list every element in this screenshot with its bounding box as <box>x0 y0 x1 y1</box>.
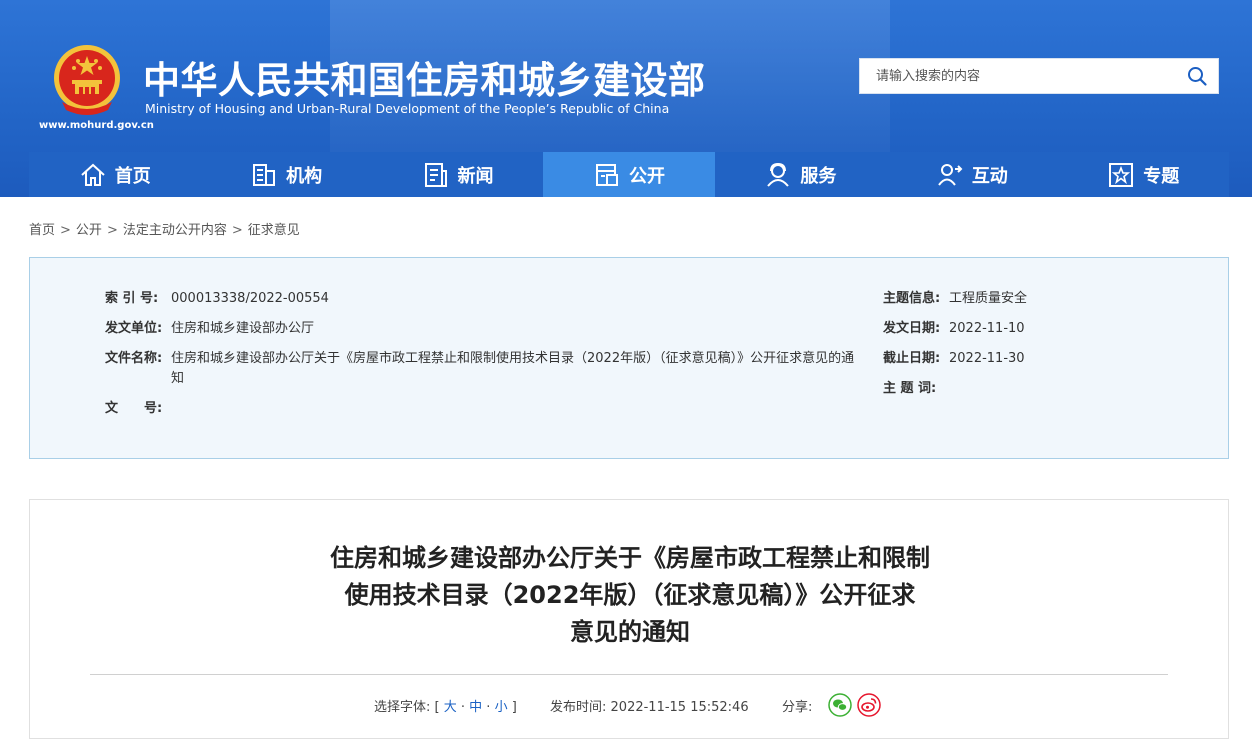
title-divider <box>90 674 1168 675</box>
font-medium-button[interactable]: 中 <box>469 700 482 715</box>
article-title-line: 住房和城乡建设部办公厅关于《房屋市政工程禁止和限制 <box>330 544 930 572</box>
article-title: 住房和城乡建设部办公厅关于《房屋市政工程禁止和限制 使用技术目录（2022年版）… <box>280 540 980 651</box>
info-date-value: 2022-11-10 <box>949 321 1025 336</box>
breadcrumb-statutory-content[interactable]: 法定主动公开内容 <box>123 223 227 238</box>
topic-star-icon <box>1109 162 1134 187</box>
nav-item-label: 机构 <box>286 165 323 187</box>
nav-item-news[interactable]: 新闻 <box>372 152 543 197</box>
info-label: 索 引 号: <box>105 291 159 306</box>
font-large-button[interactable]: 大 <box>444 700 457 715</box>
info-label: 发文单位: <box>105 321 163 336</box>
search-box <box>859 58 1219 94</box>
font-select-label: 选择字体: <box>374 700 431 715</box>
font-small-button[interactable]: 小 <box>495 700 508 715</box>
nav-item-label: 互动 <box>971 165 1008 187</box>
nav-item-organization[interactable]: 机构 <box>200 152 371 197</box>
share-label: 分享: <box>782 700 813 715</box>
breadcrumb-separator: > <box>106 223 118 238</box>
nav-item-topic[interactable]: 专题 <box>1058 152 1229 197</box>
info-label: 文件名称: <box>105 351 163 366</box>
open-doc-icon <box>595 163 618 186</box>
nav-item-label: 专题 <box>1143 165 1180 187</box>
breadcrumb-consultation[interactable]: 征求意见 <box>248 223 300 238</box>
publish-time-value: 2022-11-15 15:52:46 <box>610 700 749 715</box>
info-deadline-value: 2022-11-30 <box>949 351 1025 366</box>
building-icon <box>253 163 276 186</box>
info-unit-value: 住房和城乡建设部办公厅 <box>171 321 315 336</box>
nav-item-label: 首页 <box>114 165 151 187</box>
info-topic-value: 工程质量安全 <box>949 291 1028 306</box>
breadcrumb-open[interactable]: 公开 <box>76 223 102 238</box>
breadcrumb-separator: > <box>60 223 71 238</box>
breadcrumb-separator: > <box>231 223 243 238</box>
info-label: 截止日期: <box>883 351 941 366</box>
article-meta: 选择字体: [ 大 · 中 · 小 ] 发布时间: 2022-11-15 15:… <box>30 693 1230 717</box>
font-size-selector: 选择字体: [ 大 · 中 · 小 ] <box>374 700 517 715</box>
info-label: 发文日期: <box>883 321 941 336</box>
site-url: www.mohurd.gov.cn <box>39 120 154 131</box>
site-header: www.mohurd.gov.cn 中华人民共和国住房和城乡建设部 Minist… <box>0 0 1252 197</box>
wechat-share-icon[interactable] <box>828 693 852 717</box>
search-input[interactable] <box>860 59 1170 93</box>
weibo-share-icon[interactable] <box>857 693 881 717</box>
national-emblem-icon <box>54 45 120 115</box>
service-icon <box>767 162 790 187</box>
nav-item-service[interactable]: 服务 <box>715 152 886 197</box>
info-label: 文 号: <box>105 401 163 416</box>
breadcrumb-home[interactable]: 首页 <box>29 223 55 238</box>
site-title-chinese: 中华人民共和国住房和城乡建设部 <box>143 59 706 102</box>
publish-time: 发布时间: 2022-11-15 15:52:46 <box>550 696 749 715</box>
nav-item-label: 公开 <box>628 165 665 187</box>
info-label: 主 题 词: <box>883 381 937 396</box>
publish-label: 发布时间: <box>550 700 607 715</box>
news-icon <box>424 162 447 187</box>
article-panel: 住房和城乡建设部办公厅关于《房屋市政工程禁止和限制 使用技术目录（2022年版）… <box>29 499 1229 739</box>
search-icon[interactable] <box>1186 65 1208 87</box>
info-name-value: 住房和城乡建设部办公厅关于《房屋市政工程禁止和限制使用技术目录（2022年版）（… <box>171 351 855 386</box>
info-index-value: 000013338/2022-00554 <box>171 291 329 306</box>
nav-item-open[interactable]: 公开 <box>543 152 715 197</box>
interaction-icon <box>938 163 963 186</box>
article-title-line: 使用技术目录（2022年版）（征求意见稿）》公开征求 <box>344 581 916 609</box>
main-navigation: 首页 机构 新闻 公开 服务 互动 专题 <box>29 152 1229 197</box>
nav-item-label: 新闻 <box>457 165 494 187</box>
home-icon <box>81 163 105 186</box>
info-label: 主题信息: <box>883 291 941 306</box>
nav-item-interaction[interactable]: 互动 <box>886 152 1057 197</box>
site-title-english: Ministry of Housing and Urban-Rural Deve… <box>145 101 670 116</box>
nav-item-home[interactable]: 首页 <box>29 152 200 197</box>
breadcrumb: 首页 > 公开 > 法定主动公开内容 > 征求意见 <box>29 219 300 238</box>
nav-item-label: 服务 <box>800 165 837 187</box>
article-title-line: 意见的通知 <box>570 618 690 646</box>
document-info-box: 索 引 号: 000013338/2022-00554 发文单位: 住房和城乡建… <box>29 257 1229 459</box>
